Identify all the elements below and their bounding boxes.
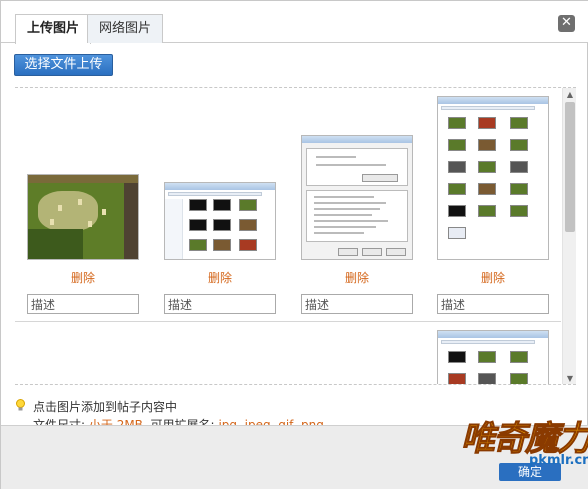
tab-bar: 上传图片 网络图片 ✕ xyxy=(1,1,588,44)
vertical-scrollbar[interactable]: ▲ ▼ xyxy=(562,88,576,384)
delete-link[interactable]: 删除 xyxy=(164,269,276,286)
scroll-down-arrow-icon[interactable]: ▼ xyxy=(563,372,576,384)
hint-text: 点击图片添加到帖子内容中 xyxy=(33,400,178,414)
description-input[interactable] xyxy=(437,294,549,314)
description-input[interactable] xyxy=(164,294,276,314)
row-divider xyxy=(15,321,561,322)
thumbnail-image[interactable] xyxy=(437,96,549,260)
delete-link[interactable]: 删除 xyxy=(27,269,139,286)
upload-item: 删除 xyxy=(301,88,413,318)
image-dialog: 上传图片 网络图片 ✕ 选择文件上传 删除 描述 删除 描述 删除 描述 删除 … xyxy=(0,0,588,489)
thumbnail-image[interactable] xyxy=(27,174,139,260)
close-icon[interactable]: ✕ xyxy=(558,15,575,32)
delete-link[interactable]: 删除 xyxy=(301,269,413,286)
delete-link[interactable]: 删除 xyxy=(437,269,549,286)
thumbnail-image[interactable] xyxy=(301,135,413,260)
select-file-upload-button[interactable]: 选择文件上传 xyxy=(14,54,113,76)
upload-item: 删除 xyxy=(437,88,549,318)
upload-item: 删除 xyxy=(164,88,276,318)
description-input[interactable] xyxy=(27,294,139,314)
tab-upload-image[interactable]: 上传图片 xyxy=(15,14,92,44)
scroll-up-arrow-icon[interactable]: ▲ xyxy=(563,88,576,102)
tab-web-image[interactable]: 网络图片 xyxy=(87,14,164,43)
scroll-thumb[interactable] xyxy=(565,102,575,232)
upload-item: 删除 xyxy=(27,88,139,318)
site-watermark-logo: 唯奇魔力 pkmlr.cn xyxy=(461,419,588,469)
thumbnail-image[interactable] xyxy=(164,182,276,260)
lightbulb-icon xyxy=(16,399,25,411)
upload-list: 删除 删除 xyxy=(15,87,576,385)
description-input[interactable] xyxy=(301,294,413,314)
thumbnail-image[interactable] xyxy=(437,330,549,384)
